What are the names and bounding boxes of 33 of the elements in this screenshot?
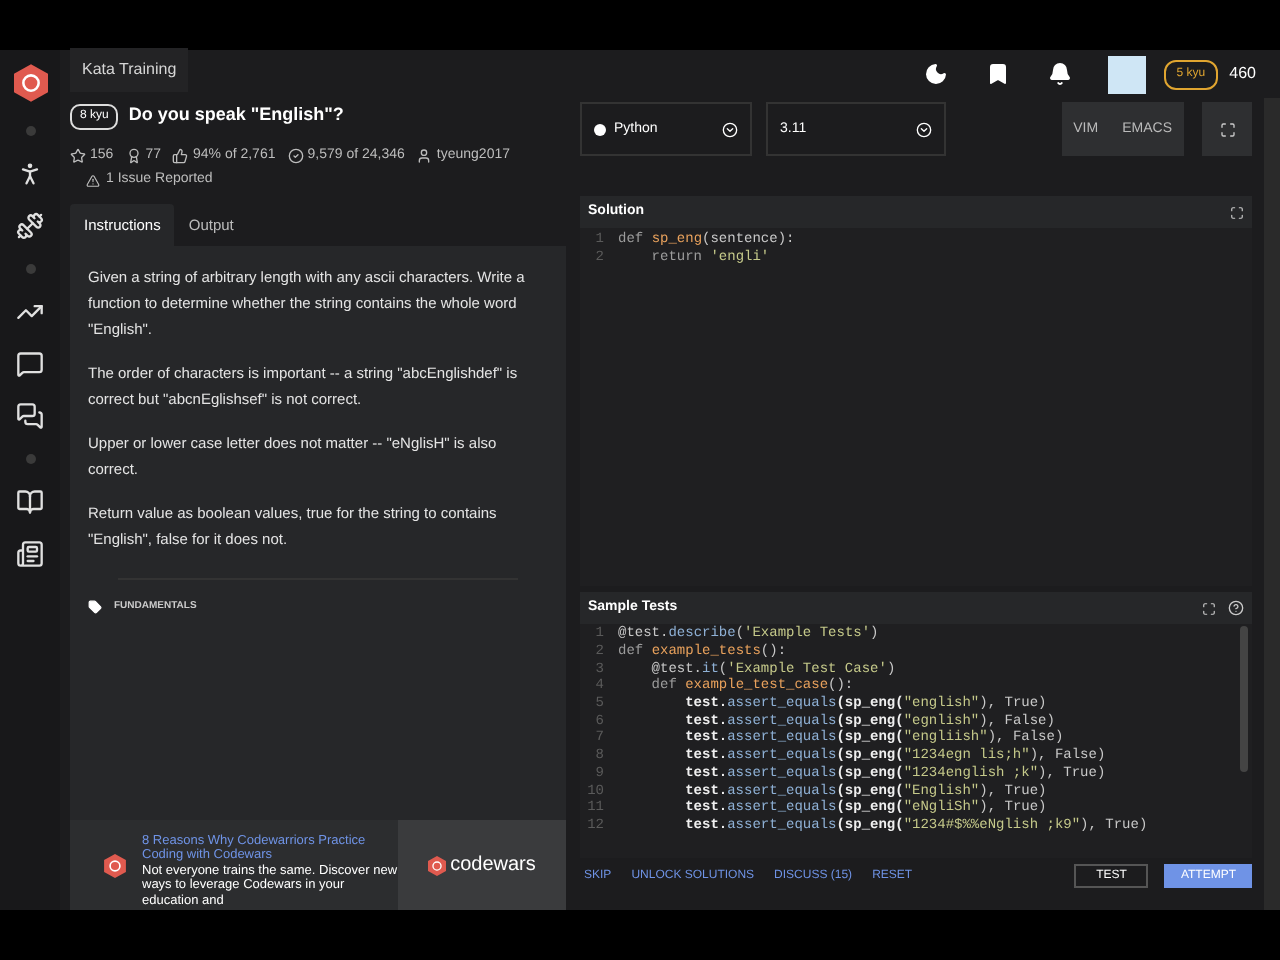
warning-icon <box>86 174 100 188</box>
page-tab[interactable]: Kata Training <box>70 47 189 92</box>
kata-title: Do you speak "English"? <box>128 102 344 129</box>
bookmark-icon[interactable] <box>986 62 1011 87</box>
scrollbar[interactable] <box>1240 626 1248 773</box>
person-icon[interactable] <box>16 160 44 188</box>
brand-name: codewars <box>450 852 536 880</box>
book-icon[interactable] <box>16 488 44 516</box>
help-icon[interactable] <box>1228 600 1244 617</box>
message-icon[interactable] <box>16 350 44 378</box>
avatar[interactable] <box>1108 55 1147 94</box>
logo-icon <box>13 64 47 102</box>
newspaper-icon[interactable] <box>16 540 44 568</box>
user-icon <box>416 148 433 164</box>
moon-icon[interactable] <box>924 62 949 87</box>
check-circle-icon <box>287 148 304 164</box>
honor-count: 460 <box>1229 62 1256 87</box>
expand-icon[interactable] <box>1230 205 1244 220</box>
dumbbell-icon[interactable] <box>16 212 44 240</box>
fullscreen-icon[interactable] <box>1219 121 1235 138</box>
dropdown-icon <box>722 121 738 138</box>
page-scrollbar[interactable] <box>1264 98 1280 910</box>
logo-icon <box>428 855 447 875</box>
expand-icon[interactable] <box>1202 601 1216 616</box>
language-icon <box>594 123 606 136</box>
logo-icon <box>104 853 126 877</box>
dropdown-icon <box>916 121 932 138</box>
award-icon <box>125 148 142 164</box>
chat-icon[interactable] <box>16 402 44 430</box>
star-icon <box>70 148 86 164</box>
notifications-icon[interactable] <box>1048 62 1073 87</box>
thumbs-up-icon <box>172 148 189 164</box>
tag-icon <box>88 600 102 615</box>
